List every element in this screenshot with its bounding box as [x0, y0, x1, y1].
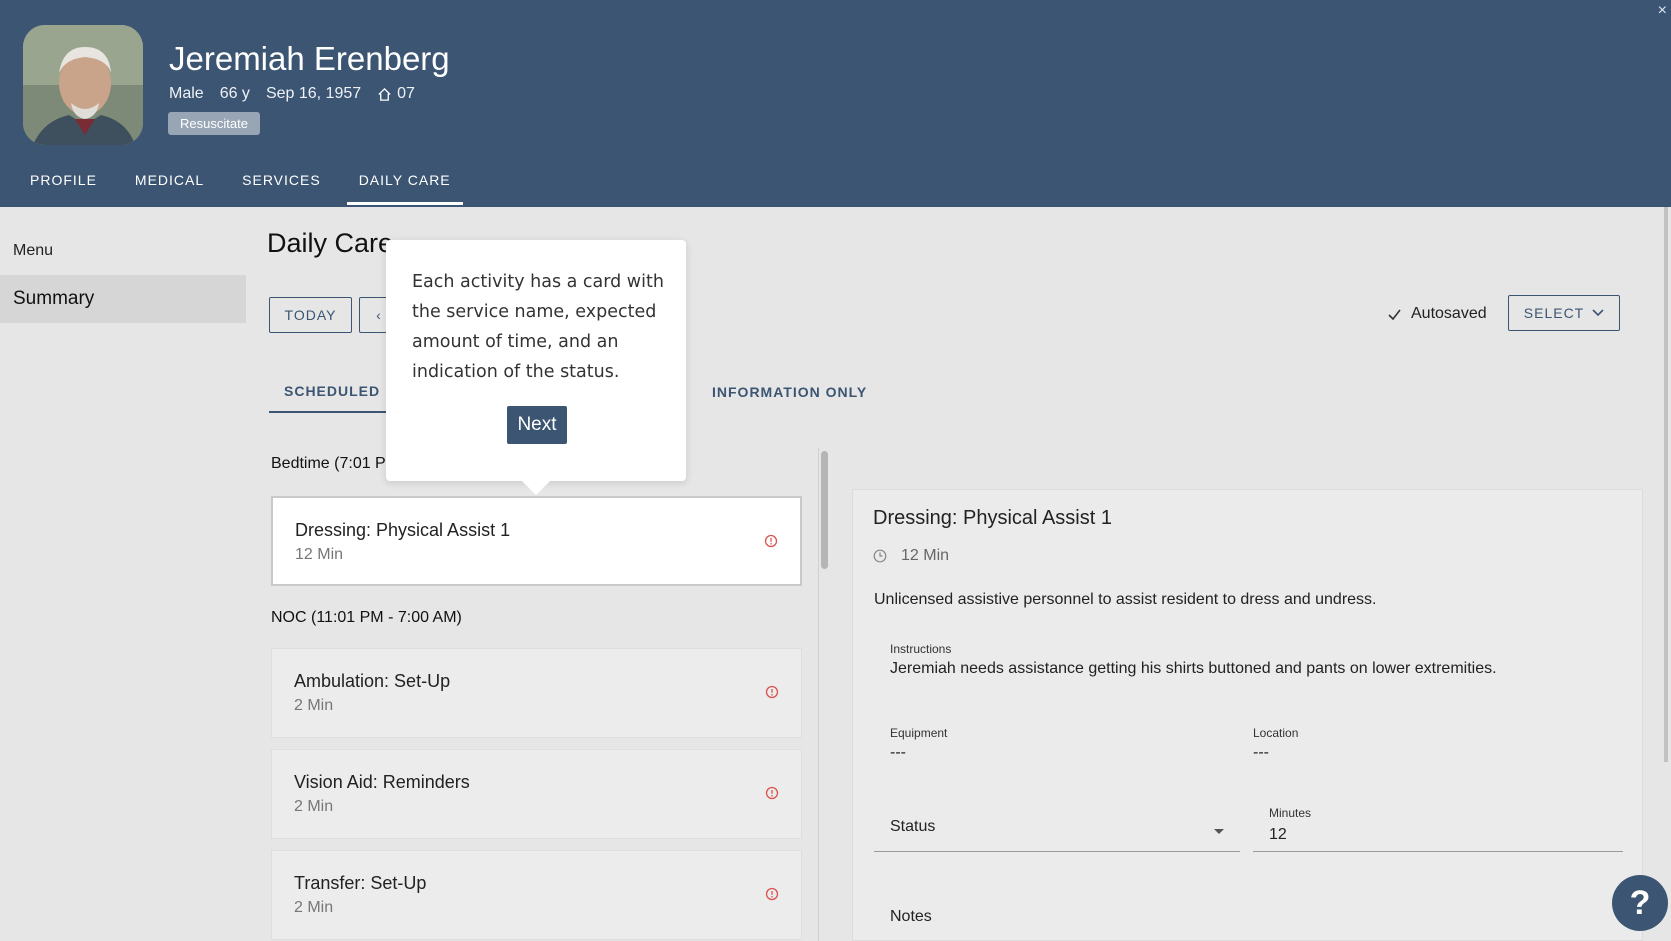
card-list-scroll-track [818, 448, 819, 941]
tab-scheduled[interactable]: SCHEDULED [269, 383, 387, 413]
help-button[interactable]: ? [1612, 875, 1668, 931]
tab-information-only[interactable]: INFORMATION ONLY [712, 384, 867, 400]
card-time: 2 Min [294, 697, 334, 714]
tab-profile[interactable]: PROFILE [18, 166, 109, 205]
page-scrollbar[interactable] [1664, 207, 1668, 762]
select-button[interactable]: SELECT [1508, 295, 1620, 331]
alert-circle-icon [764, 534, 778, 548]
card-title: Ambulation: Set-Up [294, 671, 451, 691]
detail-title: Dressing: Physical Assist 1 [873, 507, 1112, 529]
patient-name: Jeremiah Erenberg [169, 40, 450, 77]
card-title: Dressing: Physical Assist 1 [295, 520, 511, 540]
patient-header: × Jeremiah Erenberg Male 66 y Sep 16, 19… [0, 0, 1671, 207]
autosaved-label: Autosaved [1411, 305, 1487, 322]
chevron-down-icon [1592, 309, 1604, 317]
alert-circle-icon [765, 786, 779, 800]
tab-medical[interactable]: MEDICAL [123, 166, 216, 205]
tooltip-text: Each activity has a card with the servic… [412, 272, 664, 382]
activity-card[interactable]: Dressing: Physical Assist 1 12 Min [271, 496, 802, 586]
patient-avatar [23, 25, 143, 145]
clock-icon [873, 549, 887, 563]
card-time: 2 Min [294, 798, 334, 815]
page-title: Daily Care [267, 228, 394, 258]
card-time: 12 Min [295, 546, 344, 563]
notes-label: Notes [890, 908, 932, 925]
patient-meta: Male 66 y Sep 16, 1957 07 [169, 85, 415, 103]
room-number: 07 [397, 85, 415, 102]
card-time: 2 Min [294, 899, 334, 916]
activity-detail-panel: Dressing: Physical Assist 1 12 Min Unlic… [852, 489, 1643, 941]
activity-card[interactable]: Ambulation: Set-Up 2 Min [271, 648, 802, 738]
location-value: --- [1253, 744, 1269, 761]
detail-description: Unlicensed assistive personnel to assist… [874, 591, 1377, 608]
group-label-noc: NOC (11:01 PM - 7:00 AM) [271, 609, 462, 626]
caret-down-icon [1214, 829, 1224, 834]
home-icon [378, 87, 391, 101]
sidebar-item-summary[interactable]: Summary [0, 275, 246, 323]
alert-circle-icon [765, 887, 779, 901]
select-label: SELECT [1523, 305, 1585, 321]
status-label: Status [890, 818, 936, 835]
instructions-value: Jeremiah needs assistance getting his sh… [890, 660, 1497, 677]
minutes-label: Minutes [1269, 806, 1312, 820]
patient-nav-tabs: PROFILE MEDICAL SERVICES DAILY CARE [18, 166, 477, 205]
location-label: Location [1253, 726, 1299, 740]
card-title: Vision Aid: Reminders [294, 772, 470, 792]
today-button[interactable]: TODAY [269, 297, 352, 333]
check-icon [1388, 309, 1401, 320]
sidebar-menu-label: Menu [13, 242, 54, 259]
minutes-field[interactable]: Minutes 12 [1253, 802, 1623, 852]
onboarding-tooltip: Each activity has a card with the servic… [386, 240, 686, 495]
activity-card[interactable]: Transfer: Set-Up 2 Min [271, 850, 802, 940]
patient-room: 07 [377, 85, 415, 103]
equipment-value: --- [890, 744, 906, 761]
group-label-bedtime: Bedtime (7:01 P [271, 455, 386, 472]
activity-card[interactable]: Vision Aid: Reminders 2 Min [271, 749, 802, 839]
tab-services[interactable]: SERVICES [230, 166, 333, 205]
close-icon[interactable]: × [1658, 2, 1667, 20]
equipment-label: Equipment [890, 726, 948, 740]
alert-circle-icon [765, 685, 779, 699]
autosaved-indicator: Autosaved [1388, 305, 1487, 323]
status-select[interactable]: Status [874, 810, 1240, 852]
instructions-label: Instructions [890, 642, 952, 656]
patient-sex: Male [169, 85, 204, 102]
sidebar: Menu Summary [0, 207, 246, 941]
patient-dob: Sep 16, 1957 [265, 85, 362, 102]
card-list-scrollbar[interactable] [821, 451, 828, 569]
tab-daily-care[interactable]: DAILY CARE [346, 166, 463, 205]
card-title: Transfer: Set-Up [294, 873, 427, 893]
next-button[interactable]: Next [507, 406, 567, 444]
code-status-badge: Resuscitate [168, 112, 260, 135]
patient-age: 66 y [219, 85, 250, 102]
detail-time-value: 12 Min [901, 547, 950, 564]
minutes-value[interactable]: 12 [1269, 826, 1287, 844]
detail-time: 12 Min [873, 547, 949, 565]
